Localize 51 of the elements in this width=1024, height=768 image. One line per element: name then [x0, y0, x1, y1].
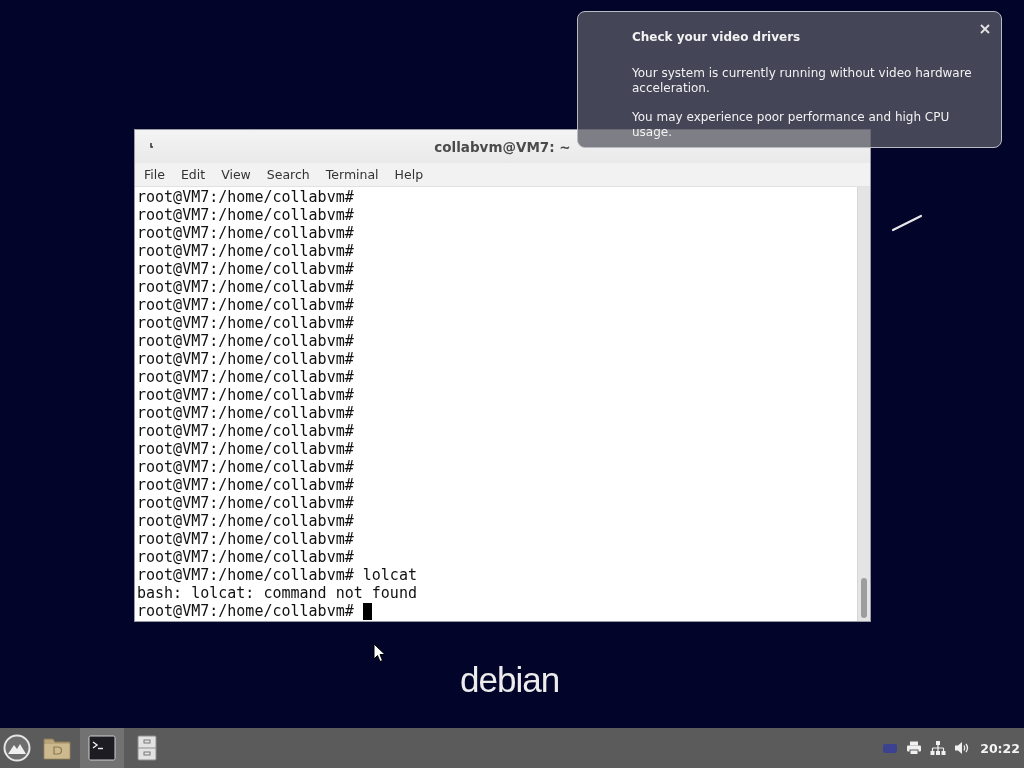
clock[interactable]: 20:22: [980, 740, 1020, 756]
menu-item[interactable]: Search: [258, 165, 318, 184]
menu-item[interactable]: View: [213, 165, 259, 184]
menu-item[interactable]: Terminal: [317, 165, 387, 184]
volume-icon: [954, 740, 971, 756]
terminal-line: root@VM7:/home/collabvm#: [137, 422, 354, 440]
scrollbar-thumb[interactable]: [861, 578, 867, 618]
terminal-line: root@VM7:/home/collabvm#: [137, 206, 354, 224]
terminal-line: root@VM7:/home/collabvm#: [137, 530, 354, 548]
terminal-line: root@VM7:/home/collabvm#: [137, 386, 354, 404]
terminal-line: root@VM7:/home/collabvm#: [137, 494, 354, 512]
tray-button[interactable]: [930, 740, 947, 756]
tray-button[interactable]: [906, 740, 923, 756]
terminal-line: root@VM7:/home/collabvm#: [137, 332, 354, 350]
terminal-line: root@VM7:/home/collabvm#: [137, 458, 354, 476]
terminal-line: root@VM7:/home/collabvm# lolcat: [137, 566, 417, 584]
terminal-line: root@VM7:/home/collabvm#: [137, 476, 354, 494]
terminal-line: root@VM7:/home/collabvm#: [137, 278, 354, 296]
menu-item[interactable]: Edit: [172, 165, 214, 184]
debian-logo: debian: [460, 660, 560, 700]
terminal-line: root@VM7:/home/collabvm#: [137, 350, 354, 368]
terminal-line: root@VM7:/home/collabvm#: [137, 242, 354, 260]
close-icon: [979, 23, 991, 35]
scrollbar-track[interactable]: [857, 187, 870, 621]
mouse-pointer-icon: [373, 643, 386, 663]
network-icon: [930, 740, 947, 756]
terminal-line: bash: lolcat: command not found: [137, 584, 417, 602]
terminal-line: root@VM7:/home/collabvm#: [137, 602, 354, 620]
terminal-line: root@VM7:/home/collabvm#: [137, 548, 354, 566]
notification-text: Your system is currently running without video hardware acceleration.: [632, 66, 973, 96]
terminal-line: root@VM7:/home/collabvm#: [137, 512, 354, 530]
terminal-line: root@VM7:/home/collabvm#: [137, 188, 354, 206]
window-menu-icon[interactable]: [150, 142, 154, 149]
terminal-line: root@VM7:/home/collabvm#: [137, 440, 354, 458]
terminal-line: root@VM7:/home/collabvm#: [137, 296, 354, 314]
terminal-line: root@VM7:/home/collabvm#: [137, 260, 354, 278]
taskbar-button[interactable]: [80, 728, 124, 768]
folder-icon: [43, 735, 71, 761]
terminal-line: root@VM7:/home/collabvm#: [137, 314, 354, 332]
terminal-line: root@VM7:/home/collabvm#: [137, 224, 354, 242]
notification-title: Check your video drivers: [632, 30, 802, 45]
menu-item[interactable]: Help: [386, 165, 432, 184]
printer-icon: [906, 740, 923, 756]
notification-text: You may experience poor performance and high CPU usage.: [632, 110, 951, 140]
window-title: collabvm@VM7: ~: [434, 138, 571, 155]
terminal-line: root@VM7:/home/collabvm#: [137, 368, 354, 386]
menu-item[interactable]: File: [136, 165, 173, 184]
mountain-circle-icon: [3, 734, 31, 762]
tray-button[interactable]: [954, 740, 971, 756]
terminal-line: root@VM7:/home/collabvm#: [137, 404, 354, 422]
terminal-icon: [88, 735, 116, 761]
